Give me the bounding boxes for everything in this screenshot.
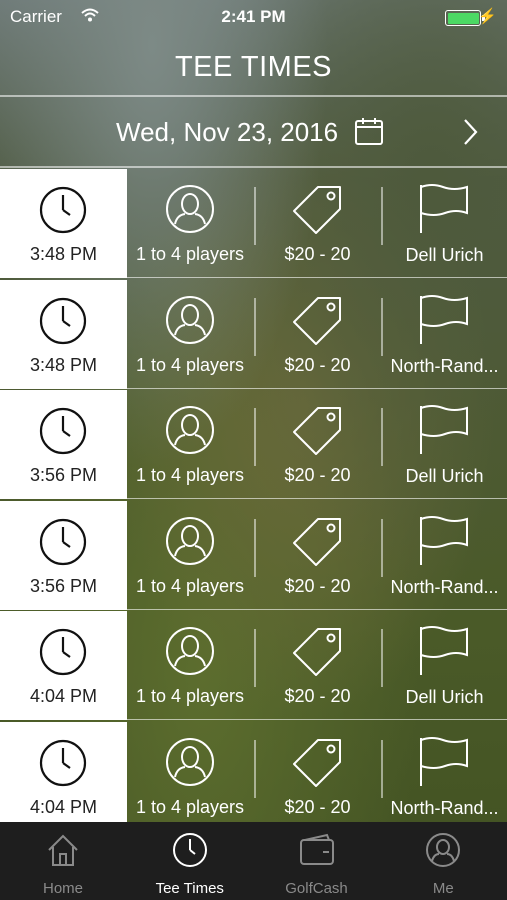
row-divider: [0, 719, 507, 720]
price-cell: $20 - 20: [255, 501, 380, 610]
time-cell: 3:56 PM: [0, 390, 127, 499]
players-label: 1 to 4 players: [135, 465, 245, 485]
course-label: Dell Urich: [405, 245, 484, 265]
row-divider: [0, 498, 507, 499]
players-cell: 1 to 4 players: [127, 722, 253, 831]
players-cell: 1 to 4 players: [127, 390, 253, 499]
course-cell: Dell Urich: [382, 390, 507, 499]
price-cell: $20 - 20: [255, 280, 380, 389]
nav-bar: TEE TIMES: [0, 34, 507, 96]
tab-label: Tee Times: [155, 880, 224, 897]
price-cell: $20 - 20: [255, 722, 380, 831]
date-navigator: Wed, Nov 23, 2016: [0, 97, 507, 167]
battery-icon: [445, 10, 485, 26]
price-label: $20 - 20: [284, 244, 351, 264]
time-cell: 4:04 PM: [0, 611, 127, 720]
price-label: $20 - 20: [284, 796, 351, 817]
price-label: $20 - 20: [284, 354, 351, 375]
course-label: Dell Urich: [405, 466, 484, 486]
players-label: 1 to 4 players: [135, 686, 245, 706]
players-cell: 1 to 4 players: [127, 611, 253, 720]
price-cell: $20 - 20: [255, 169, 380, 278]
time-cell: 3:48 PM: [0, 279, 127, 389]
status-bar: Carrier 2:41 PM ⚡: [0, 0, 507, 34]
tee-time-row[interactable]: 3:48 PM 1 to 4 players $20 - 20 North-Rand.…: [0, 279, 507, 389]
tee-time-row[interactable]: 3:48 PM 1 to 4 players $20 - 20 Dell Urich: [0, 169, 507, 278]
tee-time-label: 3:56 PM: [29, 465, 98, 485]
course-cell: North-Rand...: [382, 501, 507, 610]
players-cell: 1 to 4 players: [127, 280, 253, 389]
players-cell: 1 to 4 players: [127, 501, 253, 610]
course-label: Dell Urich: [405, 687, 484, 707]
course-cell: North-Rand...: [382, 722, 507, 831]
course-cell: North-Rand...: [382, 280, 507, 389]
tee-time-row[interactable]: 4:04 PM 1 to 4 players $20 - 20 North-Rand.…: [0, 721, 507, 831]
page-title: TEE TIMES: [174, 51, 333, 83]
time-cell: 4:04 PM: [0, 721, 127, 831]
divider: [0, 166, 507, 168]
price-cell: $20 - 20: [255, 611, 380, 720]
tee-time-label: 4:04 PM: [29, 686, 98, 706]
tee-time-label: 3:56 PM: [29, 575, 98, 596]
tee-time-row[interactable]: 3:56 PM 1 to 4 players $20 - 20 Dell Urich: [0, 390, 507, 499]
price-label: $20 - 20: [284, 575, 351, 596]
charging-icon: ⚡: [478, 8, 497, 25]
price-cell: $20 - 20: [255, 390, 380, 499]
time-cell: 3:56 PM: [0, 500, 127, 610]
tee-time-row[interactable]: 4:04 PM 1 to 4 players $20 - 20 Dell Urich: [0, 611, 507, 720]
calendar-icon[interactable]: [354, 116, 384, 151]
players-label: 1 to 4 players: [135, 354, 245, 375]
tab-me[interactable]: Me: [380, 822, 506, 900]
time-cell: 3:48 PM: [0, 169, 127, 278]
tab-home[interactable]: Home: [0, 822, 126, 900]
row-divider: [0, 387, 507, 389]
tab-golfcash[interactable]: GolfCash: [254, 822, 380, 900]
course-label: North-Rand...: [390, 576, 499, 597]
price-label: $20 - 20: [284, 686, 351, 706]
course-cell: Dell Urich: [382, 611, 507, 720]
row-divider: [0, 277, 507, 278]
tab-bar: Home Tee Times GolfCash Me: [0, 822, 507, 900]
tee-time-label: 4:04 PM: [29, 796, 98, 817]
tee-time-row[interactable]: 3:56 PM 1 to 4 players $20 - 20 North-Rand.…: [0, 500, 507, 610]
row-divider: [0, 608, 507, 610]
tab-label: GolfCash: [285, 880, 348, 897]
players-label: 1 to 4 players: [135, 244, 245, 264]
status-time: 2:41 PM: [221, 7, 286, 26]
course-label: North-Rand...: [390, 355, 499, 376]
players-cell: 1 to 4 players: [127, 169, 253, 278]
course-label: North-Rand...: [390, 797, 499, 818]
tab-label: Me: [432, 880, 454, 897]
tab-tee-times[interactable]: Tee Times: [127, 822, 253, 900]
players-label: 1 to 4 players: [135, 796, 245, 817]
players-label: 1 to 4 players: [135, 575, 245, 596]
tee-time-label: 3:48 PM: [29, 244, 98, 264]
course-cell: Dell Urich: [382, 169, 507, 278]
chevron-right-icon[interactable]: [460, 117, 480, 152]
tee-time-label: 3:48 PM: [29, 354, 98, 375]
selected-date[interactable]: Wed, Nov 23, 2016: [116, 117, 338, 148]
tab-label: Home: [42, 880, 83, 897]
price-label: $20 - 20: [284, 465, 351, 485]
